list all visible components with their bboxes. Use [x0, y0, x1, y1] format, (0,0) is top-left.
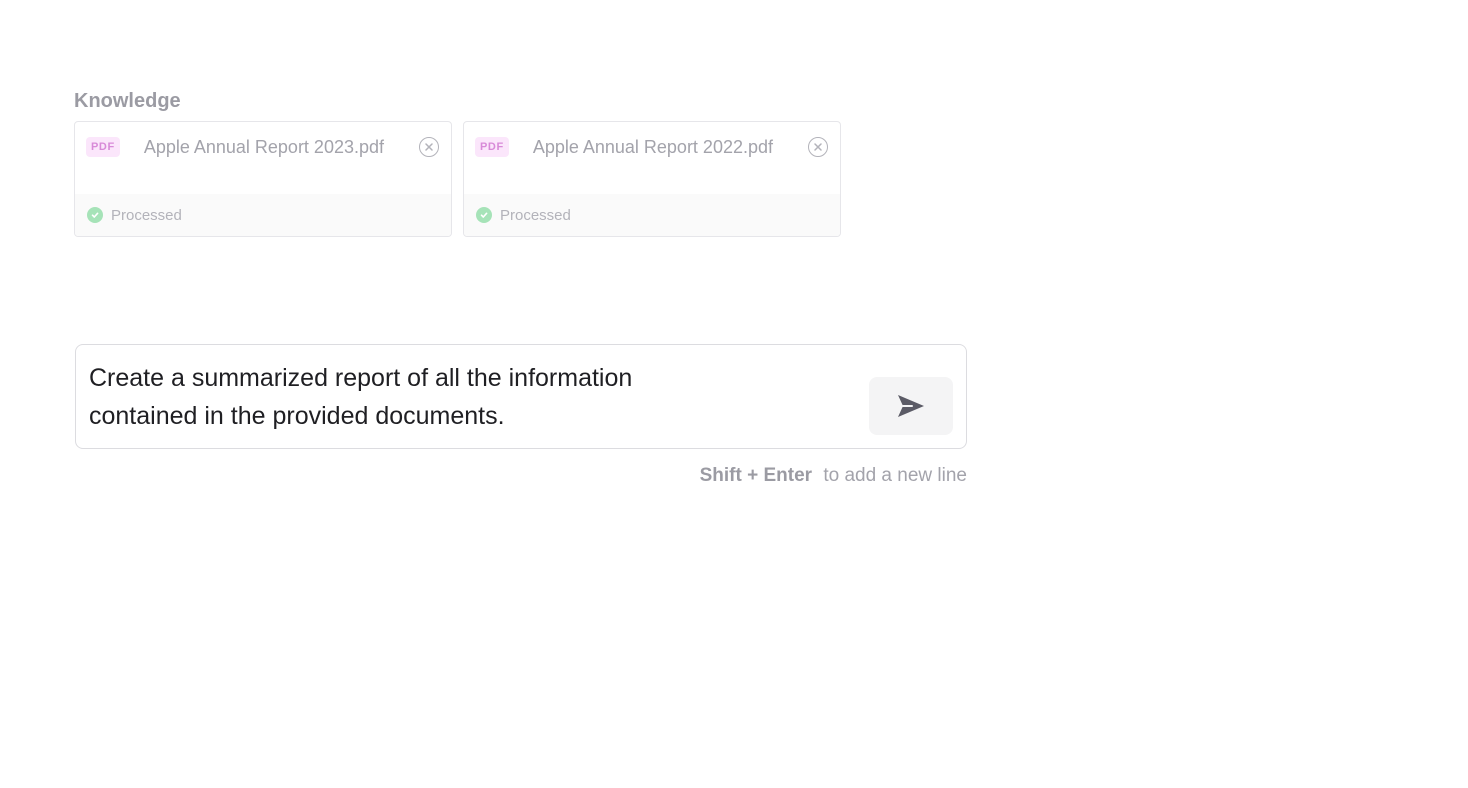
knowledge-section: Knowledge PDF Apple Annual Report 2023.p… — [74, 88, 841, 237]
close-circle-icon — [425, 143, 433, 151]
hint-text: to add a new line — [823, 465, 967, 486]
file-status-text: Processed — [500, 206, 571, 224]
knowledge-heading: Knowledge — [74, 90, 181, 112]
file-card-header: PDF Apple Annual Report 2023.pdf — [75, 122, 451, 194]
shortcut-keys: Shift + Enter — [699, 465, 813, 486]
remove-file-button[interactable] — [419, 137, 439, 157]
file-status-text: Processed — [111, 206, 182, 224]
send-icon — [898, 395, 924, 417]
file-status-bar: Processed — [464, 194, 840, 236]
file-name: Apple Annual Report 2023.pdf — [143, 137, 384, 157]
file-card-header: PDF Apple Annual Report 2022.pdf — [464, 122, 840, 194]
file-card-list: PDF Apple Annual Report 2023.pdf Process… — [74, 121, 841, 237]
check-circle-icon — [476, 207, 492, 223]
newline-hint: Shift + Enter to add a new line — [700, 464, 967, 488]
file-status-bar: Processed — [75, 194, 451, 236]
remove-file-button[interactable] — [808, 137, 828, 157]
send-button[interactable] — [869, 377, 953, 435]
pdf-badge: PDF — [475, 137, 509, 157]
pdf-badge: PDF — [86, 137, 120, 157]
prompt-input[interactable]: Create a summarized report of all the in… — [89, 359, 729, 435]
file-card[interactable]: PDF Apple Annual Report 2022.pdf Process… — [463, 121, 841, 237]
check-circle-icon — [87, 207, 103, 223]
file-card[interactable]: PDF Apple Annual Report 2023.pdf Process… — [74, 121, 452, 237]
file-name: Apple Annual Report 2022.pdf — [532, 137, 773, 157]
message-composer: Create a summarized report of all the in… — [75, 344, 967, 449]
close-circle-icon — [814, 143, 822, 151]
